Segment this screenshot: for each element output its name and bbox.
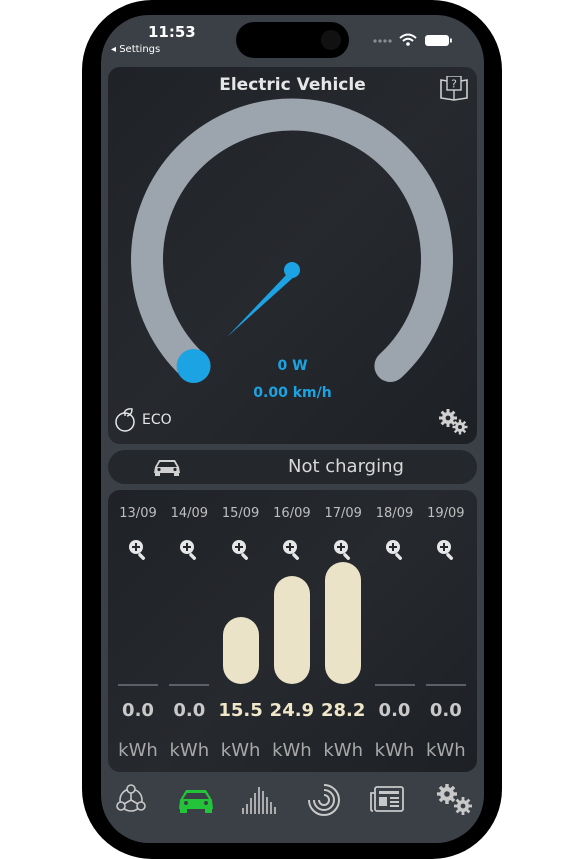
zoom-in-icon[interactable] — [384, 538, 406, 560]
history-day-16-09: 16/09 24.9 kWh — [267, 490, 317, 772]
eco-label: ECO — [142, 412, 172, 428]
energy-unit: kWh — [169, 740, 210, 761]
day-date-label: 17/09 — [324, 506, 362, 521]
gears-icon — [437, 784, 472, 815]
day-date-label: 15/09 — [221, 506, 260, 521]
speed-readout: 0.00 km/h — [253, 385, 332, 401]
energy-value: 0.0 — [122, 700, 154, 721]
network-icon — [116, 784, 146, 812]
status-icons — [373, 33, 452, 46]
energy-value: 24.9 — [269, 700, 315, 721]
power-readout: 0 W — [277, 358, 308, 374]
gears-settings-icon[interactable] — [438, 408, 470, 436]
history-day-15-09: 15/09 15.5 kWh — [216, 490, 266, 772]
dynamic-island — [236, 22, 349, 58]
energy-unit: kWh — [323, 740, 363, 761]
energy-value: 0.0 — [378, 700, 411, 721]
energy-bar[interactable] — [273, 576, 310, 684]
gauge-hub — [284, 262, 300, 278]
gauge-panel: Electric Vehicle ? 0 W 0.00 km/h ECO — [108, 67, 477, 444]
empty-bar-baseline — [169, 684, 210, 686]
battery-icon — [425, 35, 449, 46]
tab-news[interactable] — [368, 782, 408, 818]
tab-network[interactable] — [111, 782, 151, 818]
car-icon — [179, 790, 213, 813]
status-time: 11:53 — [148, 23, 196, 41]
energy-bar[interactable] — [222, 616, 259, 684]
energy-value: 0.0 — [173, 700, 206, 721]
gauge-needle — [227, 272, 296, 337]
back-to-settings-link[interactable]: ◂ Settings — [111, 44, 160, 55]
tab-histogram[interactable] — [240, 782, 280, 818]
charging-status-text: Not charging — [288, 456, 404, 477]
tab-spiral[interactable] — [304, 782, 344, 818]
energy-unit: kWh — [425, 740, 466, 761]
energy-unit: kWh — [220, 740, 261, 761]
charging-status-bar: Not charging — [108, 450, 477, 484]
zoom-in-icon[interactable] — [332, 538, 354, 560]
tab-settings[interactable] — [433, 782, 473, 818]
day-date-label: 19/09 — [427, 506, 465, 521]
history-day-18-09: 18/09 0.0 kWh — [370, 490, 420, 772]
day-date-label: 13/09 — [119, 506, 157, 521]
history-day-17-09: 17/09 28.2 kWh — [318, 490, 368, 772]
empty-bar-baseline — [425, 684, 466, 686]
day-date-label: 16/09 — [273, 506, 311, 521]
energy-bar[interactable] — [325, 562, 362, 684]
energy-history-panel: 13/09 0.0 kWh 14/09 0.0 kWh 15/09 15.5 kWh 16/09 2… — [108, 490, 477, 772]
news-icon — [370, 786, 404, 812]
energy-value: 0.0 — [429, 700, 462, 721]
zoom-in-icon[interactable] — [281, 538, 303, 560]
spiral-icon — [308, 784, 340, 816]
car-icon — [154, 460, 180, 476]
day-date-label: 14/09 — [170, 506, 209, 521]
history-day-14-09: 14/09 0.0 kWh — [164, 490, 214, 772]
histogram-icon — [242, 787, 276, 814]
energy-value: 28.2 — [320, 700, 366, 721]
empty-bar-baseline — [118, 684, 158, 686]
gauge-track — [131, 98, 453, 382]
eco-mode-toggle[interactable]: ECO — [114, 407, 172, 433]
day-date-label: 18/09 — [375, 506, 414, 521]
energy-unit: kWh — [118, 740, 158, 761]
empty-bar-baseline — [374, 684, 415, 686]
zoom-in-icon[interactable] — [230, 538, 252, 560]
zoom-in-icon[interactable] — [435, 538, 457, 560]
history-day-13-09: 13/09 0.0 kWh — [113, 490, 163, 772]
history-day-19-09: 19/09 0.0 kWh — [421, 490, 471, 772]
zoom-in-icon[interactable] — [127, 538, 149, 560]
wifi-icon — [399, 33, 417, 42]
leaf-bulb-icon — [115, 408, 135, 432]
tab-vehicle[interactable] — [176, 782, 216, 818]
energy-unit: kWh — [374, 740, 415, 761]
zoom-in-icon[interactable] — [178, 538, 200, 560]
energy-value: 15.5 — [218, 700, 263, 721]
energy-unit: kWh — [272, 740, 312, 761]
